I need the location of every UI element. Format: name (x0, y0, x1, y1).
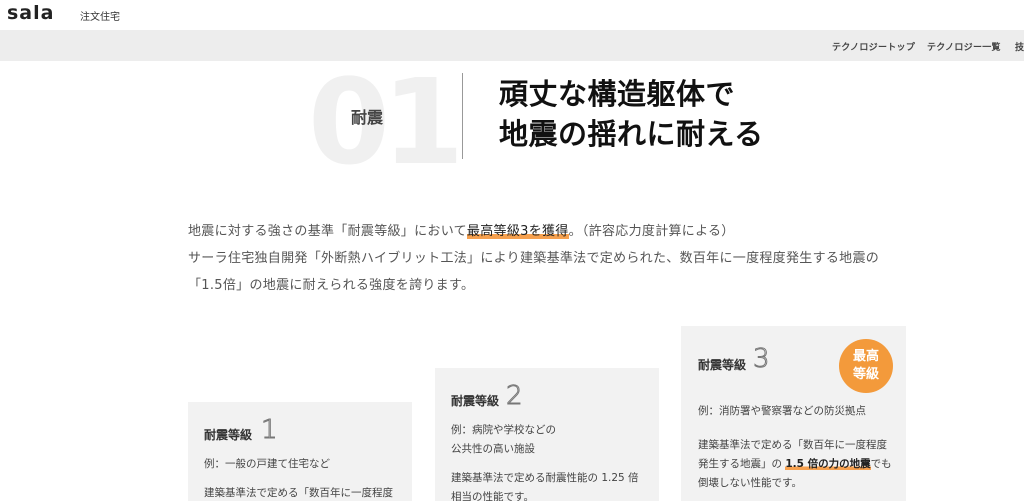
card-example: 例：一般の戸建て住宅など (204, 458, 330, 470)
card-description: 建築基準法で定める「数百年に一度程度 (698, 439, 887, 451)
intro-text: 。（許容応力度計算による） (568, 224, 735, 239)
seismic-grade-2-card: 耐震等級 2 例：病院や学校などの 公共性の高い施設 建築基準法で定める耐震性能… (435, 368, 659, 501)
logo-subtitle: 注文住宅 (80, 12, 120, 23)
intro-line-3: 「1.5倍」の地震に耐えられる強度を誇ります。 (188, 278, 475, 293)
card-description: 相当の性能です。 (451, 491, 534, 501)
nav-truncated-item[interactable]: 技 (1015, 40, 1024, 53)
card-title: 耐震等級 (451, 394, 500, 408)
intro-line-1: 地震に対する強さの基準「耐震等級」において最高等級3を獲得。（許容応力度計算によ… (188, 219, 735, 245)
intro-text: 地震に対する強さの基準「耐震等級」において (188, 224, 467, 239)
highlight-text: 最高等級3を獲得 (466, 224, 569, 239)
card-description: 建築基準法で定める耐震性能の 1.25 倍 (451, 472, 639, 484)
highlight-text: 1.5 倍の力の地震 (785, 458, 871, 470)
badge-line: 等級 (852, 367, 879, 382)
grade-number: 1 (261, 415, 279, 445)
card-description: 発生する地震」の 1.5 倍の力の地震でも (698, 455, 892, 474)
sub-navigation: テクノロジートップ テクノロジー一覧 技 (0, 30, 1024, 61)
card-example: 例：消防署や警察署などの防災拠点 (698, 405, 866, 417)
card-text-part: 発生する地震」の (698, 458, 786, 470)
headline-line-2: 地震の揺れに耐える (499, 117, 764, 151)
card-text-part: でも (870, 458, 892, 470)
top-grade-badge: 最高 等級 (839, 339, 893, 393)
section-category: 耐震 (351, 108, 384, 127)
card-title: 耐震等級 (204, 428, 253, 442)
nav-technology-list[interactable]: テクノロジー一覧 (927, 40, 1001, 53)
grade-number: 3 (753, 344, 771, 374)
card-example: 例：病院や学校などの (451, 424, 556, 436)
badge-line: 最高 (852, 349, 879, 364)
seismic-grade-1-card: 耐震等級 1 例：一般の戸建て住宅など 建築基準法で定める「数百年に一度程度 (188, 402, 412, 501)
card-example: 公共性の高い施設 (451, 443, 535, 455)
headline-line-1: 頑丈な構造躯体で (499, 77, 736, 111)
card-description: 建築基準法で定める「数百年に一度程度 (204, 487, 393, 499)
grade-number: 2 (506, 381, 524, 411)
card-title: 耐震等級 (698, 358, 747, 372)
site-logo[interactable]: sala (7, 2, 54, 24)
heading-divider (462, 73, 463, 159)
nav-technology-top[interactable]: テクノロジートップ (832, 40, 915, 53)
top-bar: sala 注文住宅 (0, 0, 1024, 30)
card-description: 倒壊しない性能です。 (698, 477, 802, 489)
intro-line-2: サーラ住宅独自開発「外断熱ハイブリット工法」により建築基準法で定められた、数百年… (188, 251, 880, 266)
